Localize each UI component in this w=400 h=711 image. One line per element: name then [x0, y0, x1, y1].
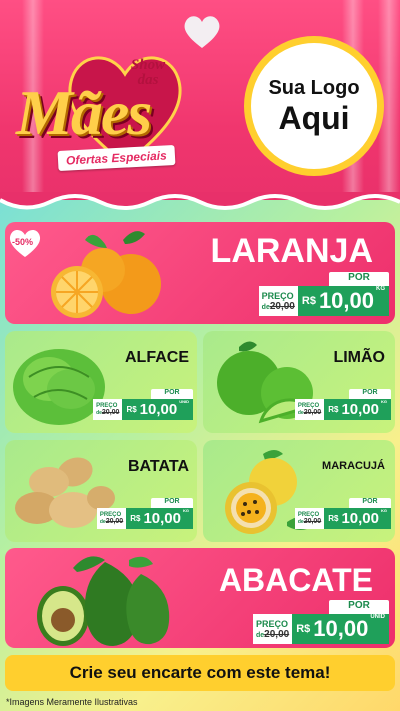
product-card-abacate[interactable]: ABACATE POR PREÇO de20,00 R$ 10,00 UNID [5, 548, 395, 648]
cta-banner[interactable]: Crie seu encarte com este tema! [5, 655, 395, 691]
price-tag: POR PREÇO de20,00 R$ 10,00 KG [294, 389, 391, 420]
brand-logo: Show das Mães Ofertas Especiais [8, 40, 228, 190]
avocado-image [37, 556, 170, 646]
price-tag: POR PREÇO de20,00 R$ 10,00 KG [96, 498, 193, 529]
product-card-maracuja[interactable]: MARACUJÁ POR PREÇO de20,00 R$ 10,00 KG [203, 440, 395, 542]
discount-label: -50% [12, 237, 34, 247]
footnote: *Imagens Meramente Ilustrativas [6, 697, 138, 707]
product-name: LARANJA [210, 232, 373, 270]
product-name: MARACUJÁ [322, 460, 385, 472]
product-card-alface[interactable]: ALFACE POR PREÇO de20,00 R$ 10,00 UNID [5, 331, 197, 433]
product-card-limao[interactable]: LIMÃO POR PREÇO de20,00 R$ 10,00 KG [203, 331, 395, 433]
price-tag: POR PREÇO de20,00 R$ 10,00 KG [294, 498, 391, 529]
product-name: LIMÃO [333, 349, 385, 366]
product-name: ABACATE [218, 562, 373, 598]
orange-image [51, 231, 161, 318]
product-card-batata[interactable]: BATATA POR PREÇO de20,00 R$ 10,00 KG [5, 440, 197, 542]
logo-line2: Aqui [278, 99, 350, 136]
brand-title: Mães [16, 77, 152, 148]
price-tag: POR PREÇO de20,00 R$ 10,00 UNID [253, 600, 389, 644]
price-tag: POR PREÇO de20,00 R$ 10,00 UNID [93, 389, 193, 420]
logo-placeholder[interactable]: Sua Logo Aqui [244, 36, 384, 176]
price-tag: POR PREÇO de20,00 R$ 10,00 KG [258, 272, 389, 316]
header-banner: Show das Mães Ofertas Especiais Sua Logo… [0, 0, 400, 215]
por-label: POR [329, 272, 389, 286]
product-name: ALFACE [125, 349, 189, 366]
wave-divider [0, 192, 400, 210]
new-price: R$ 10,00 KG [297, 286, 389, 316]
old-price: PREÇO de20,00 [258, 286, 298, 316]
product-name: BATATA [127, 458, 189, 475]
product-card-laranja[interactable]: LARANJA POR PREÇO de20,00 R$ 10,00 KG [5, 222, 395, 324]
logo-line1: Sua Logo [268, 76, 360, 99]
